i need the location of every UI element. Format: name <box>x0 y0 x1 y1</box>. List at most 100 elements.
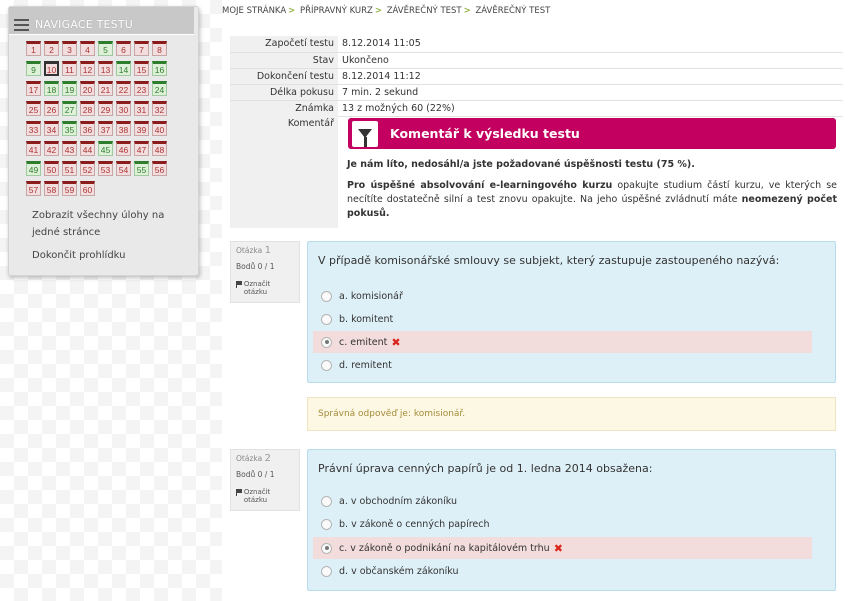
radio-button[interactable] <box>321 565 332 577</box>
breadcrumb-item[interactable]: PŘÍPRAVNÝ KURZ <box>300 6 373 16</box>
question-nav-button[interactable]: 31 <box>134 101 149 116</box>
question-grid: 1 2 3 4 5 6 7 8 9 10 11 12 13 14 15 16 17 18 19 20 21 22 23 24 2… <box>26 41 181 196</box>
question-nav-button[interactable]: 26 <box>44 101 59 116</box>
question-nav-button[interactable]: 4 <box>80 41 95 56</box>
question-nav-button[interactable]: 47 <box>134 141 149 156</box>
question-nav-button[interactable]: 33 <box>26 121 41 136</box>
radio-button[interactable] <box>321 542 332 554</box>
question-nav-button[interactable]: 8 <box>152 41 167 56</box>
question-nav-button[interactable]: 59 <box>62 181 77 196</box>
radio-button[interactable] <box>321 336 332 348</box>
question-nav-button[interactable]: 41 <box>26 141 41 156</box>
question-nav-button[interactable]: 24 <box>152 81 167 96</box>
question-nav-button[interactable]: 36 <box>80 121 95 136</box>
breadcrumb-item[interactable]: MOJE STRÁNKA <box>222 6 286 16</box>
question-nav-button[interactable]: 6 <box>116 41 131 56</box>
question-nav-button[interactable]: 60 <box>80 181 95 196</box>
summary-row: Známka 13 z možných 60 (22%) <box>230 100 843 117</box>
question-nav-button[interactable]: 53 <box>98 161 113 176</box>
question-nav-button[interactable]: 56 <box>152 161 167 176</box>
question-nav-button[interactable]: 28 <box>80 101 95 116</box>
summary-row: Stav Ukončeno <box>230 52 843 69</box>
question-nav-button[interactable]: 18 <box>44 81 59 96</box>
answer-option[interactable]: a. v obchodním zákoníku <box>313 490 812 512</box>
question-nav-button[interactable]: 2 <box>44 41 59 56</box>
question-nav-button[interactable]: 27 <box>62 101 77 116</box>
question-nav-button[interactable]: 40 <box>152 121 167 136</box>
correct-answer-feedback: Správná odpověď je: komisionář. <box>307 397 836 431</box>
radio-button[interactable] <box>321 495 332 507</box>
hamburger-icon[interactable] <box>14 18 29 31</box>
question-nav-button[interactable]: 45 <box>98 141 113 156</box>
summary-row: Dokončení testu 8.12.2014 11:12 <box>230 68 843 85</box>
flag-question-button[interactable]: Označit otázku <box>236 280 294 296</box>
question-nav-button[interactable]: 23 <box>134 81 149 96</box>
question-nav-button[interactable]: 17 <box>26 81 41 96</box>
radio-button[interactable] <box>321 313 332 325</box>
question-nav-button[interactable]: 21 <box>98 81 113 96</box>
question-nav-button[interactable]: 37 <box>98 121 113 136</box>
question-nav-button[interactable]: 49 <box>26 161 41 176</box>
breadcrumb-item[interactable]: ZÁVĚREČNÝ TEST <box>387 6 462 16</box>
radio-button[interactable] <box>321 359 332 371</box>
question-nav-button[interactable]: 25 <box>26 101 41 116</box>
question-nav-button[interactable]: 46 <box>116 141 131 156</box>
question-nav-button[interactable]: 7 <box>134 41 149 56</box>
question-nav-button[interactable]: 16 <box>152 61 167 76</box>
feedback-row: Komentář Komentář k výsledku testu Je ná… <box>230 116 843 228</box>
question-number: 2 <box>264 453 271 464</box>
question-nav-button[interactable]: 42 <box>44 141 59 156</box>
radio-button[interactable] <box>321 290 332 302</box>
question-nav-button[interactable]: 50 <box>44 161 59 176</box>
answer-option[interactable]: a. komisionář <box>313 285 812 307</box>
question-nav-button[interactable]: 22 <box>116 81 131 96</box>
answer-option[interactable]: b. komitent <box>313 308 812 330</box>
question-nav-button[interactable]: 35 <box>62 121 77 136</box>
question-nav-button[interactable]: 14 <box>116 61 131 76</box>
question-nav-button[interactable]: 39 <box>134 121 149 136</box>
answer-option-selected-incorrect[interactable]: c. v zákoně o podnikání na kapitálovém t… <box>313 537 812 559</box>
flag-question-button[interactable]: Označit otázku <box>236 488 294 504</box>
question-nav-button[interactable]: 51 <box>62 161 77 176</box>
breadcrumb-item: ZÁVĚREČNÝ TEST <box>475 6 551 16</box>
funnel-icon-box <box>352 120 378 147</box>
question-nav-button[interactable]: 9 <box>26 61 41 76</box>
question-nav-button[interactable]: 20 <box>80 81 95 96</box>
funnel-icon <box>358 129 372 147</box>
quiz-navigation-block: NAVIGACE TESTU 1 2 3 4 5 6 7 8 9 10 11 12 13 14 15 16 17… <box>8 6 199 276</box>
answer-option[interactable]: b. v zákoně o cenných papírech <box>313 513 812 535</box>
radio-button[interactable] <box>321 518 332 530</box>
question-nav-button[interactable]: 57 <box>26 181 41 196</box>
question-nav-button[interactable]: 55 <box>134 161 149 176</box>
question-nav-button[interactable]: 30 <box>116 101 131 116</box>
finish-review-link[interactable]: Dokončit prohlídku <box>32 247 192 264</box>
answer-option[interactable]: d. v občanském zákoníku <box>313 560 812 582</box>
question-nav-button[interactable]: 34 <box>44 121 59 136</box>
show-all-link[interactable]: Zobrazit všechny úlohy na jedné stránce <box>32 207 192 241</box>
answer-option[interactable]: d. remitent <box>313 354 812 376</box>
question-nav-button[interactable]: 58 <box>44 181 59 196</box>
question-nav-button[interactable]: 13 <box>98 61 113 76</box>
question-nav-button[interactable]: 1 <box>26 41 41 56</box>
question-nav-button[interactable]: 15 <box>134 61 149 76</box>
answer-option-selected-incorrect[interactable]: c. emitent ✖ <box>313 331 812 353</box>
flag-label: Označit otázku <box>243 488 271 504</box>
question-nav-button[interactable]: 29 <box>98 101 113 116</box>
question-nav-button[interactable]: 54 <box>116 161 131 176</box>
summary-label: Dokončení testu <box>230 68 338 85</box>
question-nav-button[interactable]: 48 <box>152 141 167 156</box>
question-nav-button[interactable]: 5 <box>98 41 113 56</box>
question-nav-button[interactable]: 3 <box>62 41 77 56</box>
question-nav-button[interactable]: 19 <box>62 81 77 96</box>
question-nav-button[interactable]: 43 <box>62 141 77 156</box>
answer-label: d. remitent <box>339 359 392 371</box>
question-nav-button[interactable]: 38 <box>116 121 131 136</box>
question-nav-button[interactable]: 32 <box>152 101 167 116</box>
question-nav-button[interactable]: 10 <box>44 61 59 76</box>
question-nav-button[interactable]: 44 <box>80 141 95 156</box>
question-nav-button[interactable]: 11 <box>62 61 77 76</box>
summary-value: 13 z možných 60 (22%) <box>338 100 843 117</box>
question-text: V případě komisonářské smlouvy se subjek… <box>318 254 780 267</box>
question-nav-button[interactable]: 12 <box>80 61 95 76</box>
question-nav-button[interactable]: 52 <box>80 161 95 176</box>
